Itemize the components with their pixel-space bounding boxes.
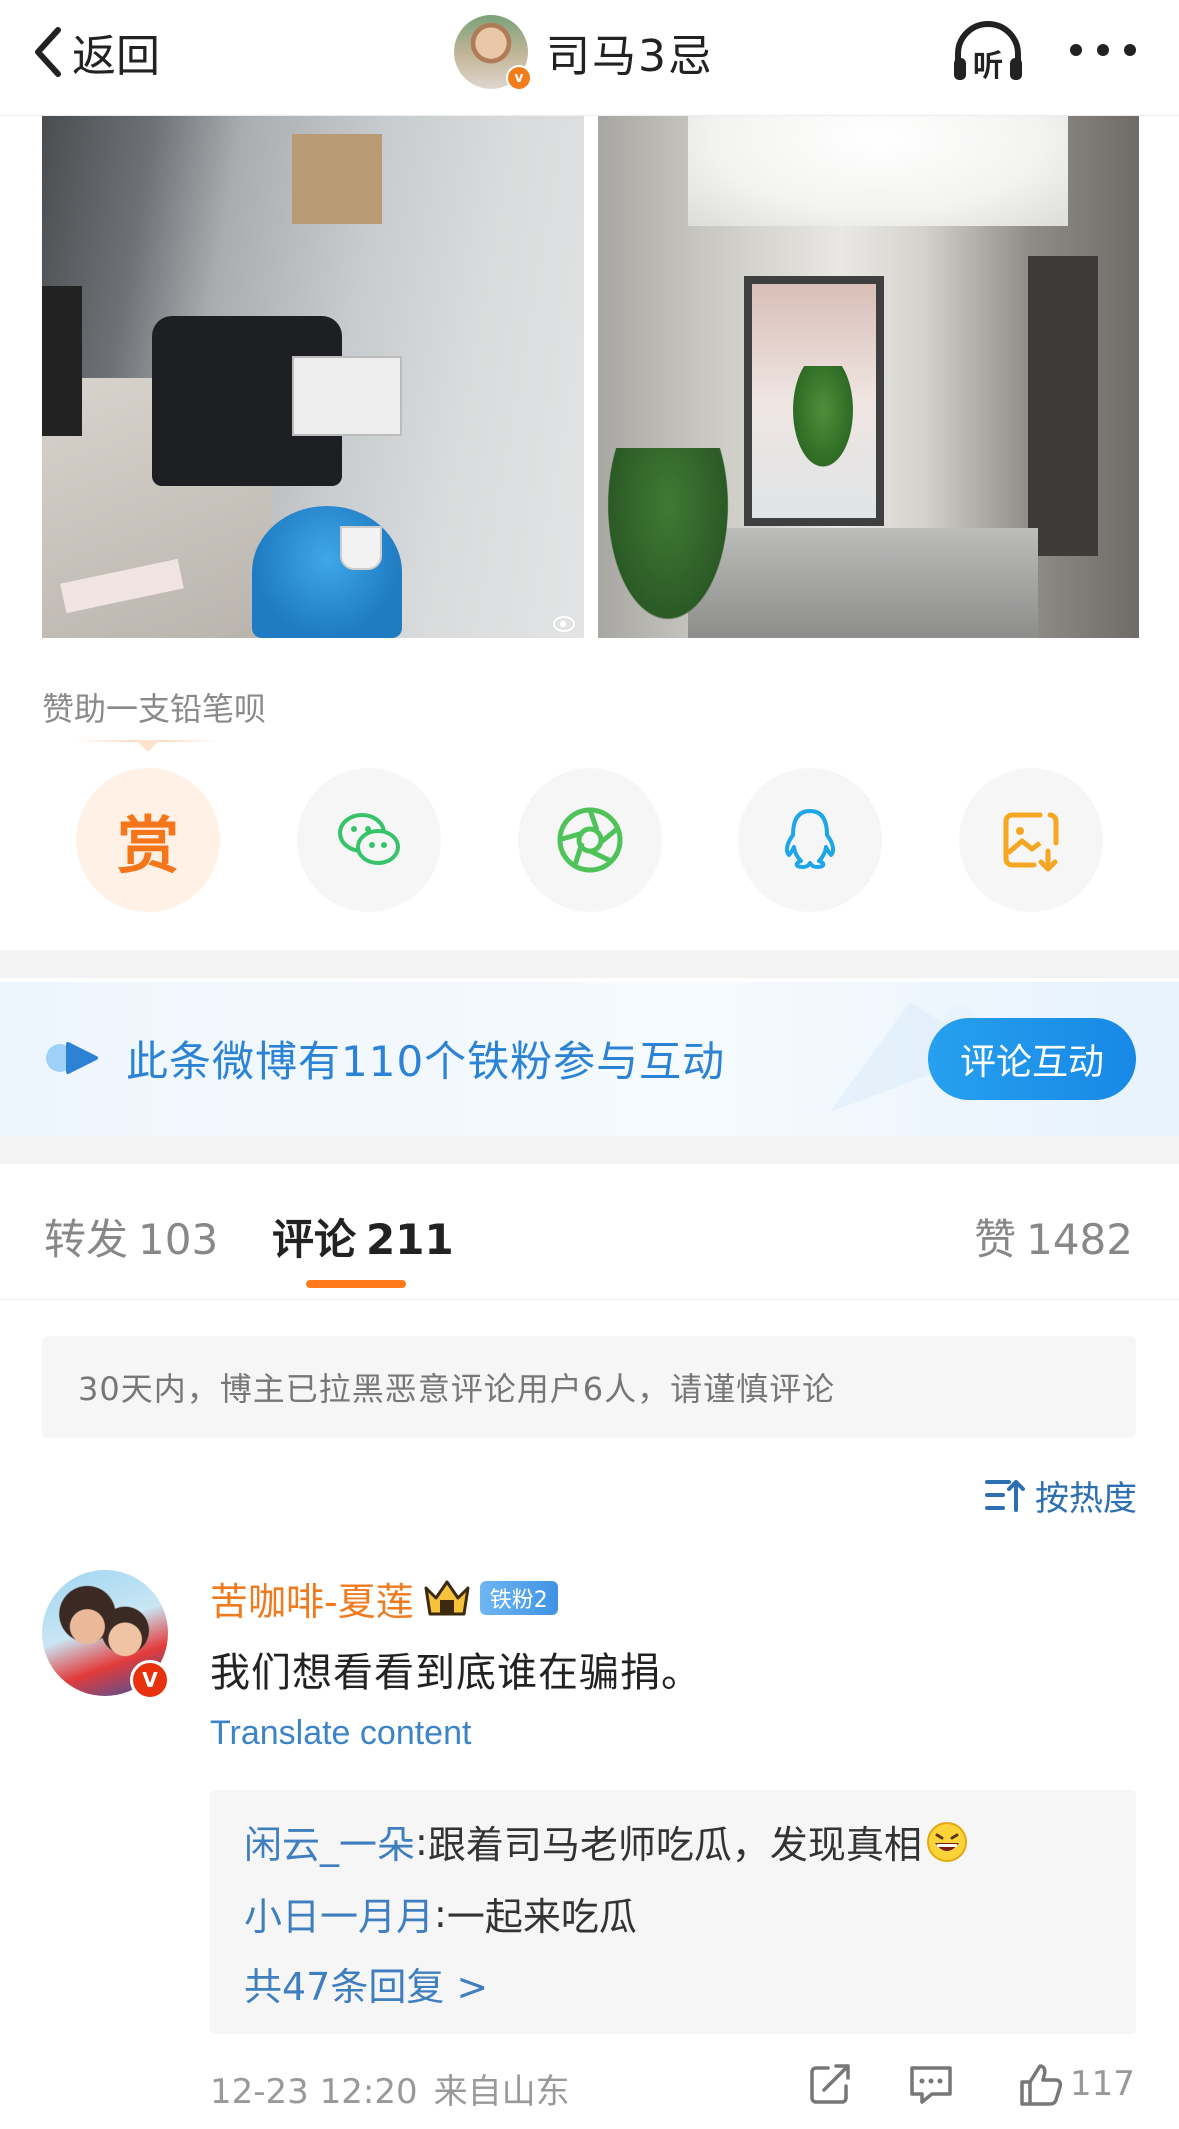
save-image-button[interactable] bbox=[959, 768, 1103, 912]
share-row: 赏 bbox=[0, 768, 1179, 912]
author-title[interactable]: v 司马3忌 bbox=[454, 12, 714, 92]
active-tab-indicator bbox=[306, 1280, 406, 1288]
translate-link[interactable]: Translate content bbox=[210, 1714, 471, 1753]
tab-comment[interactable]: 评论 211 bbox=[272, 1206, 454, 1267]
chevron-left-icon bbox=[35, 27, 61, 77]
sort-by-popularity-button[interactable]: 按热度 bbox=[985, 1470, 1137, 1520]
comment-timestamp: 12-23 12:20 bbox=[210, 2072, 418, 2112]
moments-icon bbox=[557, 807, 623, 873]
save-image-icon bbox=[1003, 812, 1059, 872]
back-button[interactable]: 返回 bbox=[30, 20, 160, 84]
comment-text: 我们想看看到底谁在骗捐。 bbox=[210, 1650, 702, 1696]
section-divider bbox=[0, 1136, 1179, 1164]
share-moments-button[interactable] bbox=[518, 768, 662, 912]
interaction-icon bbox=[46, 1042, 98, 1074]
qq-icon bbox=[784, 809, 836, 869]
wechat-icon bbox=[338, 813, 400, 865]
fan-level-badge: 铁粉2 bbox=[479, 1581, 558, 1615]
headphones-listen-icon[interactable]: 听 bbox=[950, 18, 1026, 88]
tab-like-count: 1482 bbox=[1026, 1215, 1133, 1264]
share-wechat-button[interactable] bbox=[297, 768, 441, 912]
tab-like-label: 赞 bbox=[974, 1215, 1017, 1264]
post-tabs: 转发 103 评论 211 赞 1482 bbox=[0, 1166, 1179, 1300]
reply-item: 闲云_一朵: 跟着司马老师吃瓜，发现真相 bbox=[244, 1814, 968, 1869]
blocked-users-notice: 30天内，博主已拉黑恶意评论用户6人，请谨慎评论 bbox=[42, 1336, 1136, 1438]
reply-user[interactable]: 小日一月月 bbox=[244, 1886, 434, 1941]
reply-preview-box[interactable]: 闲云_一朵: 跟着司马老师吃瓜，发现真相 小日一月月: 一起来吃瓜 共47条回复… bbox=[210, 1790, 1136, 2034]
sort-icon bbox=[985, 1480, 1025, 1512]
reply-comment-button[interactable] bbox=[908, 2060, 954, 2108]
tab-repost-label: 转发 bbox=[44, 1215, 129, 1264]
more-dots-icon bbox=[1070, 44, 1082, 56]
comment-meta: 12-23 12:20 来自山东 bbox=[210, 2064, 570, 2113]
office-desk-photo[interactable] bbox=[42, 116, 584, 638]
tab-repost-count: 103 bbox=[138, 1215, 219, 1264]
reply-user[interactable]: 闲云_一朵 bbox=[244, 1814, 415, 1869]
tab-comment-count: 211 bbox=[366, 1215, 454, 1264]
reply-text: 跟着司马老师吃瓜，发现真相 bbox=[427, 1823, 922, 1867]
listen-label: 听 bbox=[973, 49, 1003, 84]
reward-button[interactable]: 赏 bbox=[76, 768, 220, 912]
tab-comment-label: 评论 bbox=[272, 1215, 357, 1264]
author-avatar[interactable]: v bbox=[454, 15, 532, 91]
comment-like-count: 117 bbox=[1070, 2064, 1135, 2104]
top-nav-bar: 返回 v 司马3忌 听 bbox=[0, 0, 1179, 116]
view-all-replies-link[interactable]: 共47条回复 > bbox=[244, 1956, 488, 2011]
reply-text: 一起来吃瓜 bbox=[446, 1895, 637, 1939]
back-label: 返回 bbox=[72, 31, 160, 82]
reward-icon: 赏 bbox=[116, 809, 179, 882]
more-options-button[interactable] bbox=[1070, 30, 1136, 70]
verified-badge-icon: V bbox=[130, 1660, 170, 1700]
share-icon bbox=[810, 2064, 850, 2104]
page-title: 司马3忌 bbox=[546, 31, 714, 82]
weibo-watermark-icon bbox=[553, 616, 575, 632]
comment-source: 来自山东 bbox=[433, 2072, 570, 2112]
share-qq-button[interactable] bbox=[738, 768, 882, 912]
grin-emoji-icon bbox=[926, 1821, 967, 1862]
like-comment-button[interactable]: 117 bbox=[1018, 2060, 1135, 2108]
banner-text: 此条微博有110个铁粉参与互动 bbox=[126, 1037, 726, 1086]
commenter-name[interactable]: 苦咖啡-夏莲 bbox=[210, 1571, 414, 1626]
thumbs-up-icon bbox=[1020, 2064, 1063, 2106]
comment-bubble-icon bbox=[910, 2066, 952, 2104]
reply-item: 小日一月月: 一起来吃瓜 bbox=[244, 1886, 637, 1941]
section-divider bbox=[0, 950, 1179, 978]
crown-icon bbox=[424, 1580, 470, 1616]
commenter-row: 苦咖啡-夏莲 铁粉2 bbox=[210, 1570, 558, 1626]
office-corridor-photo[interactable] bbox=[598, 116, 1139, 638]
comment-interact-button[interactable]: 评论互动 bbox=[928, 1018, 1136, 1100]
tab-repost[interactable]: 转发 103 bbox=[44, 1206, 218, 1267]
tab-like[interactable]: 赞 1482 bbox=[974, 1206, 1133, 1267]
fan-interaction-banner[interactable]: 此条微博有110个铁粉参与互动 评论互动 bbox=[0, 982, 1179, 1136]
share-comment-button[interactable] bbox=[808, 2060, 854, 2108]
sort-label: 按热度 bbox=[1035, 1478, 1137, 1519]
sponsor-label: 赞助一支铅笔呗 bbox=[42, 690, 267, 728]
verified-badge-icon: v bbox=[506, 65, 532, 91]
